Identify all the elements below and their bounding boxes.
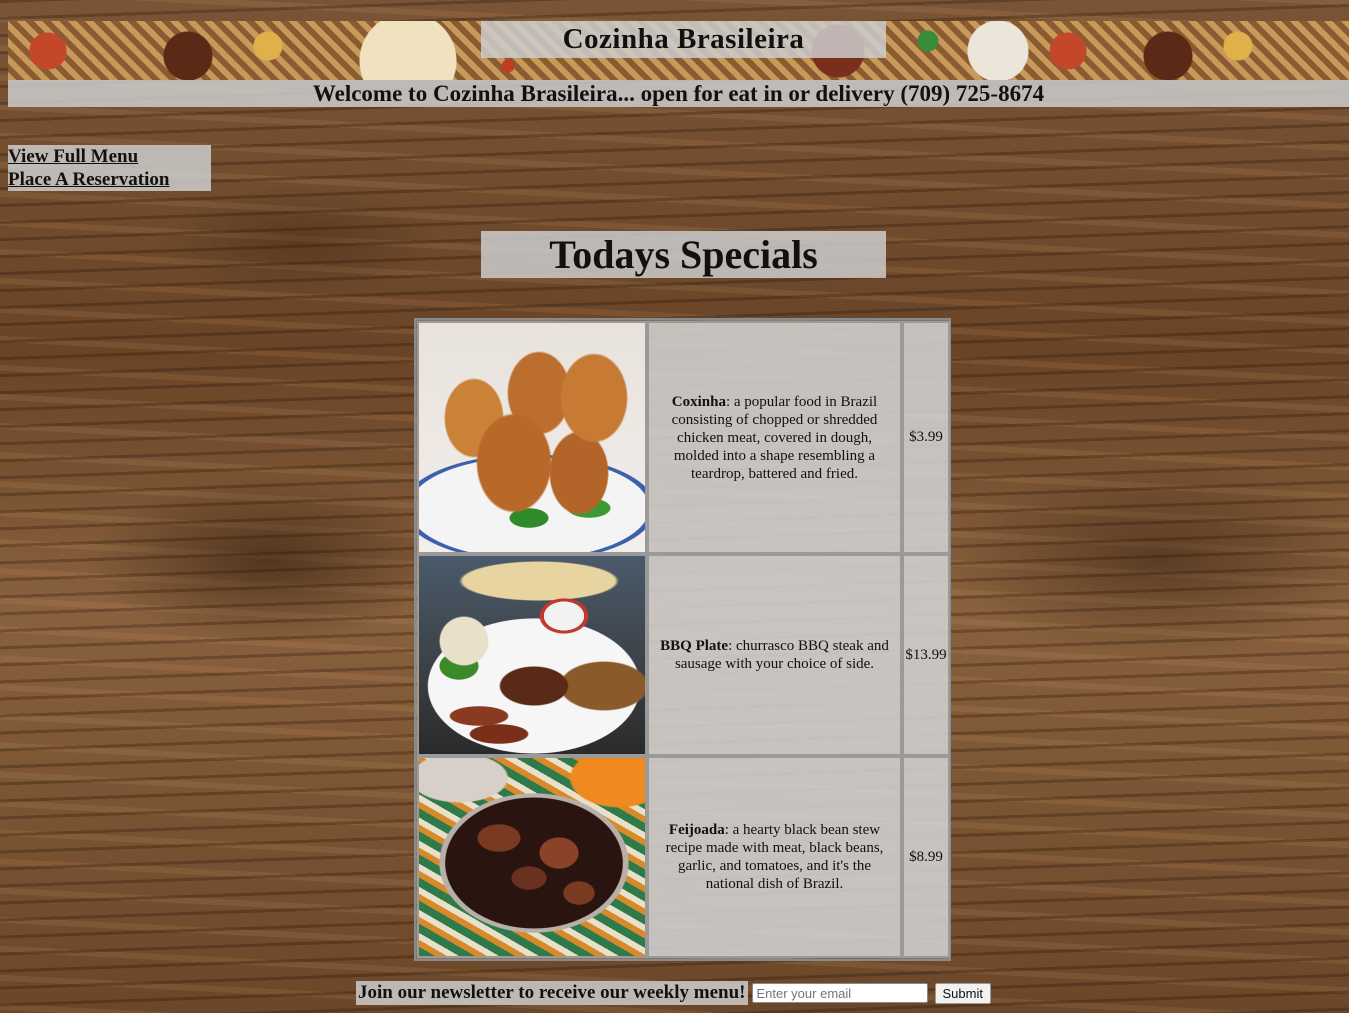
site-title-box: Cozinha Brasileira	[481, 21, 886, 58]
table-row-description: Coxinha: a popular food in Brazil consis…	[647, 321, 902, 554]
table-row-description: BBQ Plate: churrasco BBQ steak and sausa…	[647, 554, 902, 756]
coxinha-image	[417, 321, 647, 554]
specials-heading: Todays Specials	[549, 232, 818, 277]
bbq-plate-description: BBQ Plate: churrasco BBQ steak and sausa…	[655, 637, 894, 673]
view-full-menu-link[interactable]: View Full Menu	[8, 145, 211, 168]
feijoada-price: $8.99	[902, 756, 950, 958]
coxinha-photo	[419, 323, 645, 552]
table-row-description: Feijoada: a hearty black bean stew recip…	[647, 756, 902, 958]
submit-button[interactable]: Submit	[934, 982, 991, 1004]
welcome-message: Welcome to Cozinha Brasileira... open fo…	[8, 80, 1349, 107]
coxinha-description: Coxinha: a popular food in Brazil consis…	[655, 393, 894, 483]
newsletter-label: Join our newsletter to receive our weekl…	[356, 981, 748, 1005]
nav-links: View Full Menu Place A Reservation	[8, 145, 211, 191]
feijoada-photo	[419, 758, 645, 956]
coxinha-price: $3.99	[902, 321, 950, 554]
bbq-plate-photo	[419, 556, 645, 754]
specials-table: Coxinha: a popular food in Brazil consis…	[414, 318, 951, 961]
feijoada-name: Feijoada	[668, 822, 725, 838]
bbq-plate-name: BBQ Plate	[660, 638, 729, 654]
place-reservation-link[interactable]: Place A Reservation	[8, 168, 211, 191]
specials-heading-box: Todays Specials	[481, 231, 886, 278]
feijoada-image	[417, 756, 647, 958]
email-input[interactable]	[751, 983, 928, 1003]
feijoada-description: Feijoada: a hearty black bean stew recip…	[655, 821, 894, 893]
site-title: Cozinha Brasileira	[562, 23, 805, 55]
coxinha-name: Coxinha	[671, 393, 726, 410]
bbq-plate-price: $13.99	[902, 554, 950, 756]
newsletter-form: Join our newsletter to receive our weekl…	[356, 981, 991, 1005]
bbq-plate-image	[417, 554, 647, 756]
